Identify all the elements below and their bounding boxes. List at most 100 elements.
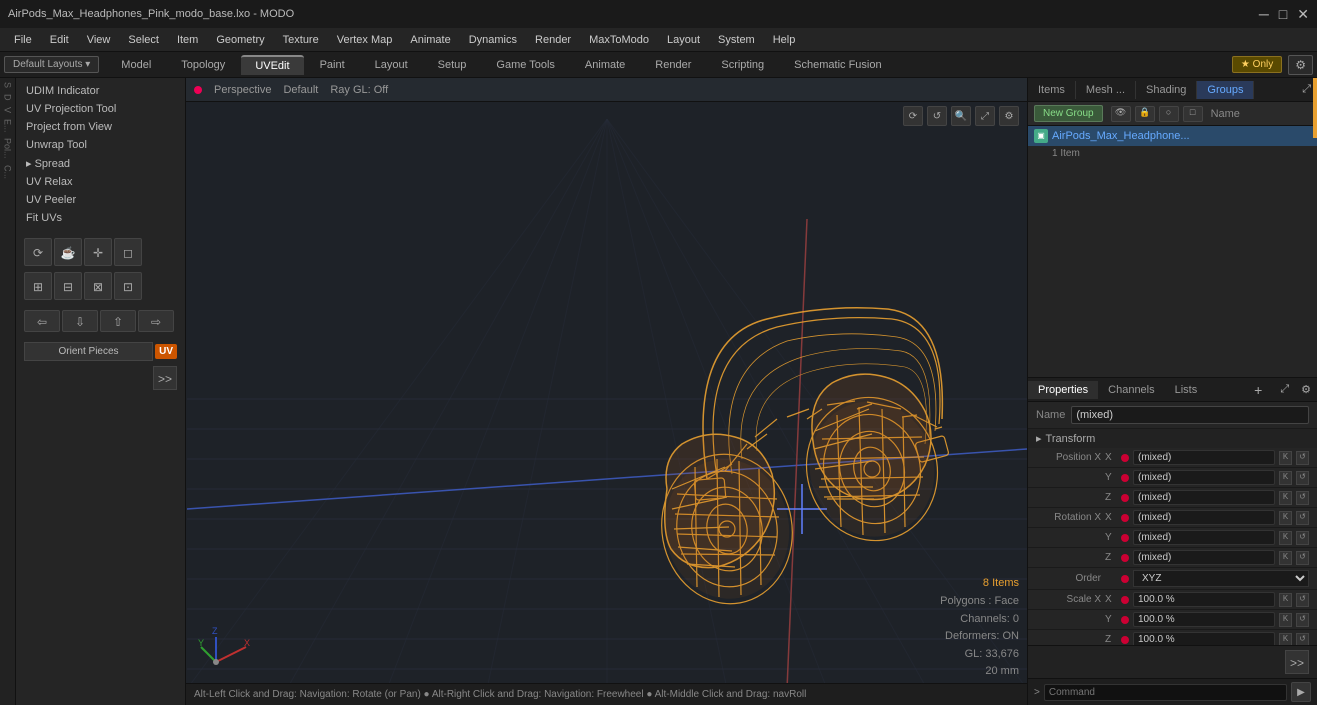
settings-btn[interactable]: ⚙ xyxy=(1288,55,1313,75)
menu-view[interactable]: View xyxy=(79,32,119,48)
scale-value-y[interactable] xyxy=(1133,612,1275,627)
tool-unwrap[interactable]: Unwrap Tool xyxy=(20,136,181,154)
scale-value-x[interactable] xyxy=(1133,592,1275,607)
tool-icon-3[interactable]: ✛ xyxy=(84,238,112,266)
pos-anim-z[interactable]: K xyxy=(1279,491,1292,505)
window-controls[interactable]: ─ □ ✕ xyxy=(1259,6,1309,23)
tab-render[interactable]: Render xyxy=(641,56,705,74)
tool-uv-projection[interactable]: UV Projection Tool xyxy=(20,100,181,118)
order-select[interactable]: XYZ XZY YXZ YZX ZXY ZYX xyxy=(1133,570,1309,587)
viewport-3d-content[interactable] xyxy=(186,102,1027,705)
menu-animate[interactable]: Animate xyxy=(402,32,458,48)
tool-icon-5[interactable]: ⊞ xyxy=(24,272,52,300)
menu-item[interactable]: Item xyxy=(169,32,206,48)
rot-anim-x[interactable]: K xyxy=(1279,511,1292,525)
scale-value-z[interactable] xyxy=(1133,632,1275,645)
close-btn[interactable]: ✕ xyxy=(1297,6,1309,23)
group-action-render[interactable]: ○ xyxy=(1159,106,1179,122)
tool-icon-4[interactable]: ◻ xyxy=(114,238,142,266)
tool-uv-peeler[interactable]: UV Peeler xyxy=(20,191,181,209)
pos-value-x[interactable] xyxy=(1133,450,1275,465)
menu-file[interactable]: File xyxy=(6,32,40,48)
tab-groups[interactable]: Groups xyxy=(1197,81,1254,99)
tool-fit-uvs[interactable]: Fit UVs xyxy=(20,209,181,227)
scale-anim-z[interactable]: K xyxy=(1279,633,1292,646)
pos-anim-y[interactable]: K xyxy=(1279,471,1292,485)
tool-icon-6[interactable]: ⊟ xyxy=(54,272,82,300)
viewport-mode[interactable]: Perspective xyxy=(214,84,271,96)
prop-nav-btn[interactable]: >> xyxy=(1285,650,1309,674)
menu-select[interactable]: Select xyxy=(120,32,167,48)
command-input[interactable] xyxy=(1044,684,1287,701)
scale-anim-x[interactable]: K xyxy=(1279,593,1292,607)
menu-help[interactable]: Help xyxy=(765,32,804,48)
scale-reset-x[interactable]: ↺ xyxy=(1296,593,1309,607)
menu-edit[interactable]: Edit xyxy=(42,32,77,48)
arrow-down-btn[interactable]: ⇩ xyxy=(62,310,98,332)
minimize-btn[interactable]: ─ xyxy=(1259,6,1269,23)
pos-reset-y[interactable]: ↺ xyxy=(1296,471,1309,485)
scale-reset-z[interactable]: ↺ xyxy=(1296,633,1309,646)
command-run-btn[interactable]: ▶ xyxy=(1291,682,1311,702)
letter-btn-v[interactable]: V xyxy=(3,107,13,113)
menu-texture[interactable]: Texture xyxy=(275,32,327,48)
letter-btn-s[interactable]: S xyxy=(3,82,13,88)
group-action-eye[interactable]: 👁 xyxy=(1111,106,1131,122)
pos-value-y[interactable] xyxy=(1133,470,1275,485)
pos-reset-x[interactable]: ↺ xyxy=(1296,451,1309,465)
viewport-preset[interactable]: Default xyxy=(283,84,318,96)
tool-icon-7[interactable]: ⊠ xyxy=(84,272,112,300)
tool-uv-relax[interactable]: UV Relax xyxy=(20,173,181,191)
rot-anim-z[interactable]: K xyxy=(1279,551,1292,565)
rot-anim-y[interactable]: K xyxy=(1279,531,1292,545)
menu-dynamics[interactable]: Dynamics xyxy=(461,32,525,48)
scale-reset-y[interactable]: ↺ xyxy=(1296,613,1309,627)
arrow-right-up-btn[interactable]: ⇧ xyxy=(100,310,136,332)
prop-add-btn[interactable]: + xyxy=(1246,380,1270,400)
tab-scripting[interactable]: Scripting xyxy=(707,56,778,74)
tool-udim[interactable]: UDIM Indicator xyxy=(20,82,181,100)
star-only-btn[interactable]: ★ Only xyxy=(1232,56,1282,73)
new-group-btn[interactable]: New Group xyxy=(1034,105,1103,122)
tab-uvedit[interactable]: UVEdit xyxy=(241,55,303,75)
prop-tab-channels[interactable]: Channels xyxy=(1098,381,1164,399)
group-row-1[interactable]: ▣ AirPods_Max_Headphone... xyxy=(1028,126,1317,146)
letter-btn-d[interactable]: D xyxy=(3,94,13,101)
rot-reset-z[interactable]: ↺ xyxy=(1296,551,1309,565)
tab-schematic[interactable]: Schematic Fusion xyxy=(780,56,895,74)
rot-reset-y[interactable]: ↺ xyxy=(1296,531,1309,545)
group-action-lock[interactable]: 🔒 xyxy=(1135,106,1155,122)
rot-reset-x[interactable]: ↺ xyxy=(1296,511,1309,525)
menu-render[interactable]: Render xyxy=(527,32,579,48)
letter-btn-e[interactable]: E... xyxy=(3,119,13,133)
menu-system[interactable]: System xyxy=(710,32,763,48)
tool-icon-2[interactable]: ☕ xyxy=(54,238,82,266)
scale-anim-y[interactable]: K xyxy=(1279,613,1292,627)
tab-animate[interactable]: Animate xyxy=(571,56,639,74)
rot-value-y[interactable] xyxy=(1133,530,1275,545)
prop-transform-section[interactable]: ▸ Transform xyxy=(1028,429,1317,448)
letter-btn-p[interactable]: Pol... xyxy=(3,138,13,159)
pos-anim-x[interactable]: K xyxy=(1279,451,1292,465)
prop-expand-btn[interactable]: ⤢ xyxy=(1274,381,1295,398)
rot-value-z[interactable] xyxy=(1133,550,1275,565)
group-action-extra[interactable]: □ xyxy=(1183,106,1203,122)
tab-items[interactable]: Items xyxy=(1028,81,1076,99)
rot-value-x[interactable] xyxy=(1133,510,1275,525)
tab-game-tools[interactable]: Game Tools xyxy=(482,56,569,74)
pos-value-z[interactable] xyxy=(1133,490,1275,505)
letter-btn-c[interactable]: C... xyxy=(3,165,13,179)
tab-shading[interactable]: Shading xyxy=(1136,81,1197,99)
arrow-right-btn[interactable]: ⇨ xyxy=(138,310,174,332)
expand-panel-btn[interactable]: >> xyxy=(153,366,177,390)
menu-geometry[interactable]: Geometry xyxy=(208,32,272,48)
pos-reset-z[interactable]: ↺ xyxy=(1296,491,1309,505)
tool-spread[interactable]: ▸ Spread xyxy=(20,154,181,173)
tab-setup[interactable]: Setup xyxy=(424,56,481,74)
prop-tab-properties[interactable]: Properties xyxy=(1028,381,1098,399)
tab-layout[interactable]: Layout xyxy=(361,56,422,74)
viewport[interactable]: Perspective Default Ray GL: Off ⟳ ↺ 🔍 ⤢ … xyxy=(186,78,1027,705)
prop-name-input[interactable] xyxy=(1071,406,1309,424)
orient-pieces-btn[interactable]: Orient Pieces xyxy=(24,342,153,361)
menu-maxtomodo[interactable]: MaxToModo xyxy=(581,32,657,48)
